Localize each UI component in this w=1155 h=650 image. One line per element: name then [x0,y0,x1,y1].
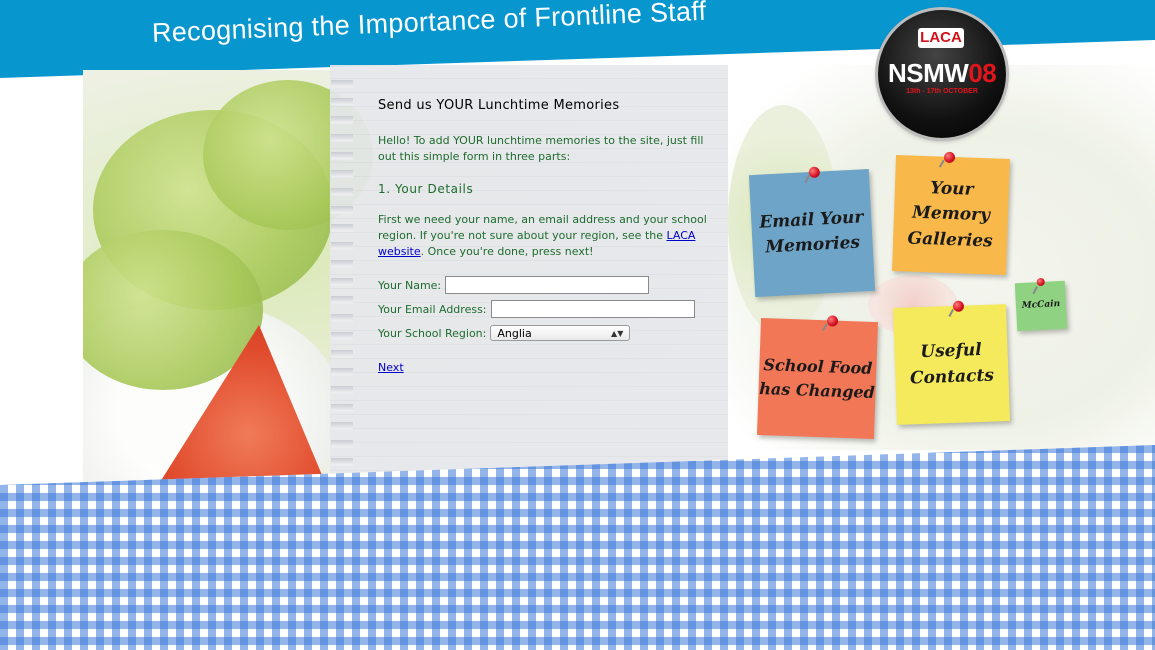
nsmw-text: NSMW [888,58,969,88]
pushpin-icon [952,300,965,312]
name-label: Your Name: [378,278,442,292]
name-row: Your Name: [378,275,713,295]
memory-galleries-note[interactable]: Your Memory Galleries [892,151,1010,275]
form-intro: Hello! To add YOUR lunchtime memories to… [378,134,704,163]
region-select[interactable]: Anglia ▲▼ [490,325,631,341]
form-title: Send us YOUR Lunchtime Memories [378,98,620,113]
email-label: Your Email Address: [378,302,487,316]
useful-contacts-note[interactable]: Useful Contacts [892,300,1011,425]
select-arrows-icon: ▲▼ [611,328,624,338]
pushpin-icon [826,315,839,327]
mccain-note[interactable]: McCain [1014,277,1068,332]
school-food-note[interactable]: School Food has Changed [756,315,879,440]
description-text-end: . Once you're done, press next! [420,245,594,258]
section-title: 1. Your Details [378,182,474,196]
school-food-label: School Food has Changed [759,354,876,402]
nsmw-year: 08 [968,58,997,88]
email-input[interactable] [490,300,695,318]
email-row: Your Email Address: [378,299,713,319]
pushpin-icon [808,166,821,179]
mccain-label: McCain [1021,299,1061,312]
pushpin-icon [943,151,956,164]
next-link[interactable]: Next [378,361,404,374]
nsmw-logo: LACA NSMW08 13th - 17th OCTOBER [878,10,1006,138]
memory-form: Send us YOUR Lunchtime Memories Hello! T… [378,98,713,374]
memory-galleries-label: Your Memory Galleries [907,178,993,252]
useful-contacts-label: Useful Contacts [909,339,995,388]
region-label: Your School Region: [378,326,487,340]
region-selected-value: Anglia [497,326,532,340]
nsmw-logo-text: NSMW08 [888,58,997,89]
description-text: First we need your name, an email addres… [378,213,707,242]
laca-logo-text: LACA [918,28,964,48]
spiral-holes [331,70,353,470]
pushpin-icon [1036,277,1045,287]
region-row: Your School Region: Anglia ▲▼ [378,323,713,343]
email-memories-note[interactable]: Email Your Memories [748,166,876,298]
logo-dates: 13th - 17th OCTOBER [906,88,978,95]
name-input[interactable] [445,276,650,294]
section-description: First we need your name, an email addres… [378,212,713,260]
email-memories-label: Email Your Memories [758,206,864,258]
